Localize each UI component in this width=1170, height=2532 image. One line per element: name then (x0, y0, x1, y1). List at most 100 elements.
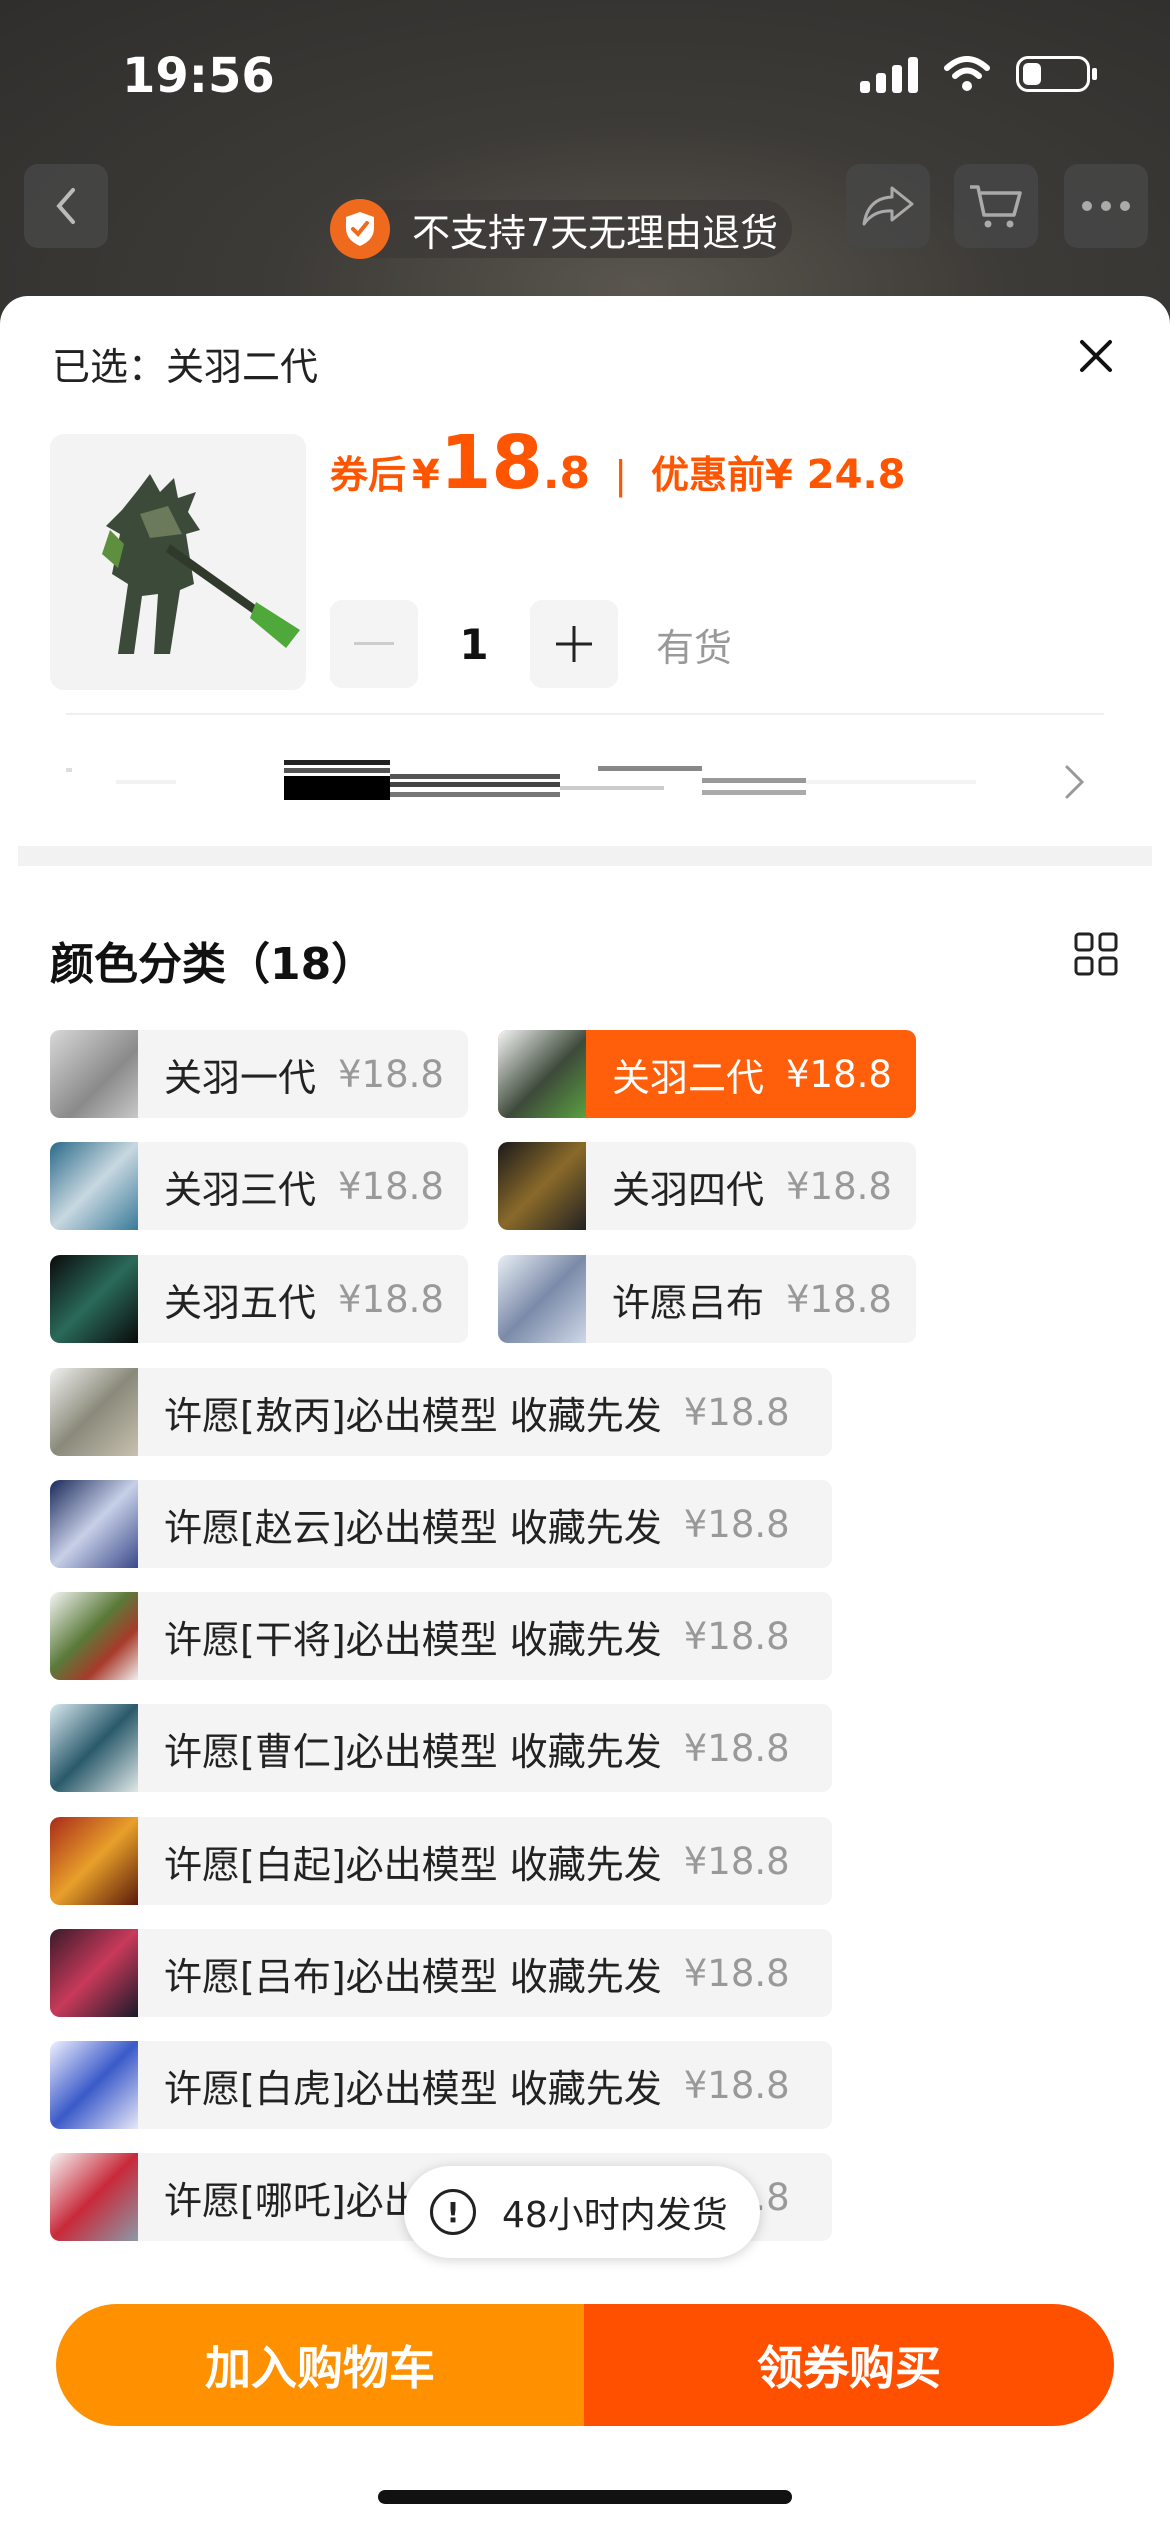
option-thumbnail (498, 1142, 586, 1230)
option-name: 关羽四代 (612, 1167, 765, 1212)
option-chip[interactable]: 关羽四代 ¥18.8 (498, 1142, 916, 1230)
quantity-stepper: 1 有货 (330, 600, 732, 688)
option-chip[interactable]: 许愿[干将]必出模型 收藏先发 ¥18.8 (50, 1592, 832, 1680)
decrease-button[interactable] (330, 600, 418, 688)
option-name: 许愿[曹仁]必出模型 收藏先发 (164, 1729, 662, 1774)
section-divider (18, 846, 1152, 866)
share-button[interactable] (846, 164, 930, 248)
option-chip[interactable]: 许愿[白起]必出模型 收藏先发 ¥18.8 (50, 1817, 832, 1905)
option-thumbnail (50, 2153, 138, 2241)
status-time: 19:56 (122, 48, 275, 104)
option-price: ¥18.8 (786, 1052, 892, 1096)
return-policy-badge: 不支持7天无理由退货 (330, 199, 793, 259)
minus-icon (354, 642, 394, 645)
option-chip[interactable]: 许愿[敖丙]必出模型 收藏先发 ¥18.8 (50, 1368, 832, 1456)
wifi-icon (944, 56, 990, 91)
option-chip[interactable]: 许愿[白虎]必出模型 收藏先发 ¥18.8 (50, 2041, 832, 2129)
selected-sku: 已选：关羽二代 (52, 336, 318, 391)
price-separator: | (614, 453, 627, 497)
option-name: 关羽一代 (164, 1055, 317, 1100)
option-chip[interactable]: 许愿[曹仁]必出模型 收藏先发 ¥18.8 (50, 1704, 832, 1792)
action-bar: 加入购物车 领券购买 (56, 2304, 1114, 2426)
option-chip[interactable]: 许愿吕布 ¥18.8 (498, 1255, 916, 1343)
option-thumbnail (50, 2041, 138, 2129)
increase-button[interactable] (530, 600, 618, 688)
chevron-left-icon (56, 188, 75, 224)
coupon-price-int: 18 (439, 420, 543, 506)
share-icon (862, 186, 914, 226)
option-name: 关羽三代 (164, 1167, 317, 1212)
option-thumbnail (498, 1030, 586, 1118)
status-icons (860, 55, 1097, 93)
return-policy-text: 不支持7天无理由退货 (412, 210, 779, 255)
selected-prefix: 已选： (52, 345, 167, 389)
cart-icon (970, 185, 1022, 228)
color-category-title: 颜色分类（18） (50, 939, 376, 990)
option-chip[interactable]: 许愿[赵云]必出模型 收藏先发 ¥18.8 (50, 1480, 832, 1568)
price-row: 券后 ¥ 18 .8 | 优惠前 ¥ 24.8 (330, 420, 905, 506)
option-name: 许愿[白起]必出模型 收藏先发 (164, 1842, 662, 1887)
more-icon (1082, 201, 1130, 211)
quantity-value[interactable]: 1 (418, 620, 530, 669)
option-thumbnail (50, 1142, 138, 1230)
divider (66, 713, 1104, 715)
option-price: ¥18.8 (338, 1164, 444, 1208)
home-indicator[interactable] (378, 2490, 792, 2504)
buy-button[interactable]: 领券购买 (584, 2304, 1114, 2426)
alert-icon: ! (430, 2189, 476, 2235)
product-thumbnail[interactable] (50, 434, 306, 690)
option-price: ¥18.8 (338, 1052, 444, 1096)
option-price: ¥18.8 (786, 1277, 892, 1321)
option-thumbnail (50, 1592, 138, 1680)
original-price-label: 优惠前 (651, 453, 766, 497)
option-chip[interactable]: 关羽五代 ¥18.8 (50, 1255, 468, 1343)
option-price: ¥18.8 (683, 1390, 790, 1434)
option-chip[interactable]: 关羽三代 ¥18.8 (50, 1142, 468, 1230)
option-price: ¥18.8 (683, 2063, 790, 2107)
option-price: ¥18.8 (683, 1951, 790, 1995)
option-name: 关羽五代 (164, 1280, 317, 1325)
option-name: 许愿[干将]必出模型 收藏先发 (164, 1617, 662, 1662)
option-price: ¥18.8 (683, 1726, 790, 1770)
option-thumbnail (50, 1030, 138, 1118)
cart-button[interactable] (954, 164, 1038, 248)
option-chip-selected[interactable]: 关羽二代 ¥18.8 (498, 1030, 916, 1118)
add-to-cart-button[interactable]: 加入购物车 (56, 2304, 584, 2426)
original-price: ¥ 24.8 (765, 452, 906, 498)
option-price: ¥18.8 (683, 1614, 790, 1658)
option-name: 许愿[白虎]必出模型 收藏先发 (164, 2066, 662, 2111)
obscured-text-image (66, 760, 976, 800)
option-thumbnail (50, 1817, 138, 1905)
option-name: 关羽二代 (612, 1055, 765, 1100)
coupon-price-dec: .8 (542, 448, 591, 499)
shield-check-icon (330, 199, 390, 259)
option-price: ¥18.8 (683, 1502, 790, 1546)
chevron-right-icon[interactable] (1064, 764, 1086, 800)
close-icon[interactable] (1076, 336, 1116, 376)
service-info-row[interactable] (66, 750, 1066, 810)
option-thumbnail (50, 1255, 138, 1343)
option-name: 许愿[吕布]必出模型 收藏先发 (164, 1954, 662, 1999)
option-thumbnail (498, 1255, 586, 1343)
battery-icon (1016, 56, 1097, 92)
option-thumbnail (50, 1368, 138, 1456)
option-thumbnail (50, 1480, 138, 1568)
option-name: 许愿吕布 (612, 1280, 765, 1325)
selected-value: 关羽二代 (166, 345, 319, 389)
shipping-toast: ! 48小时内发货 (404, 2166, 760, 2258)
option-thumbnail (50, 1704, 138, 1792)
option-chip[interactable]: 关羽一代 ¥18.8 (50, 1030, 468, 1118)
option-name: 许愿[敖丙]必出模型 收藏先发 (164, 1393, 662, 1438)
more-button[interactable] (1064, 164, 1148, 248)
option-chip[interactable]: 许愿[吕布]必出模型 收藏先发 ¥18.8 (50, 1929, 832, 2017)
option-name: 许愿[赵云]必出模型 收藏先发 (164, 1505, 662, 1550)
option-price: ¥18.8 (786, 1164, 892, 1208)
back-button[interactable] (24, 164, 108, 248)
coupon-price-label: 券后 (330, 453, 407, 497)
option-price: ¥18.8 (683, 1839, 790, 1883)
plus-icon (556, 626, 592, 662)
option-price: ¥18.8 (338, 1277, 444, 1321)
grid-view-icon[interactable] (1074, 932, 1118, 976)
stock-status: 有货 (656, 625, 733, 670)
option-thumbnail (50, 1929, 138, 2017)
